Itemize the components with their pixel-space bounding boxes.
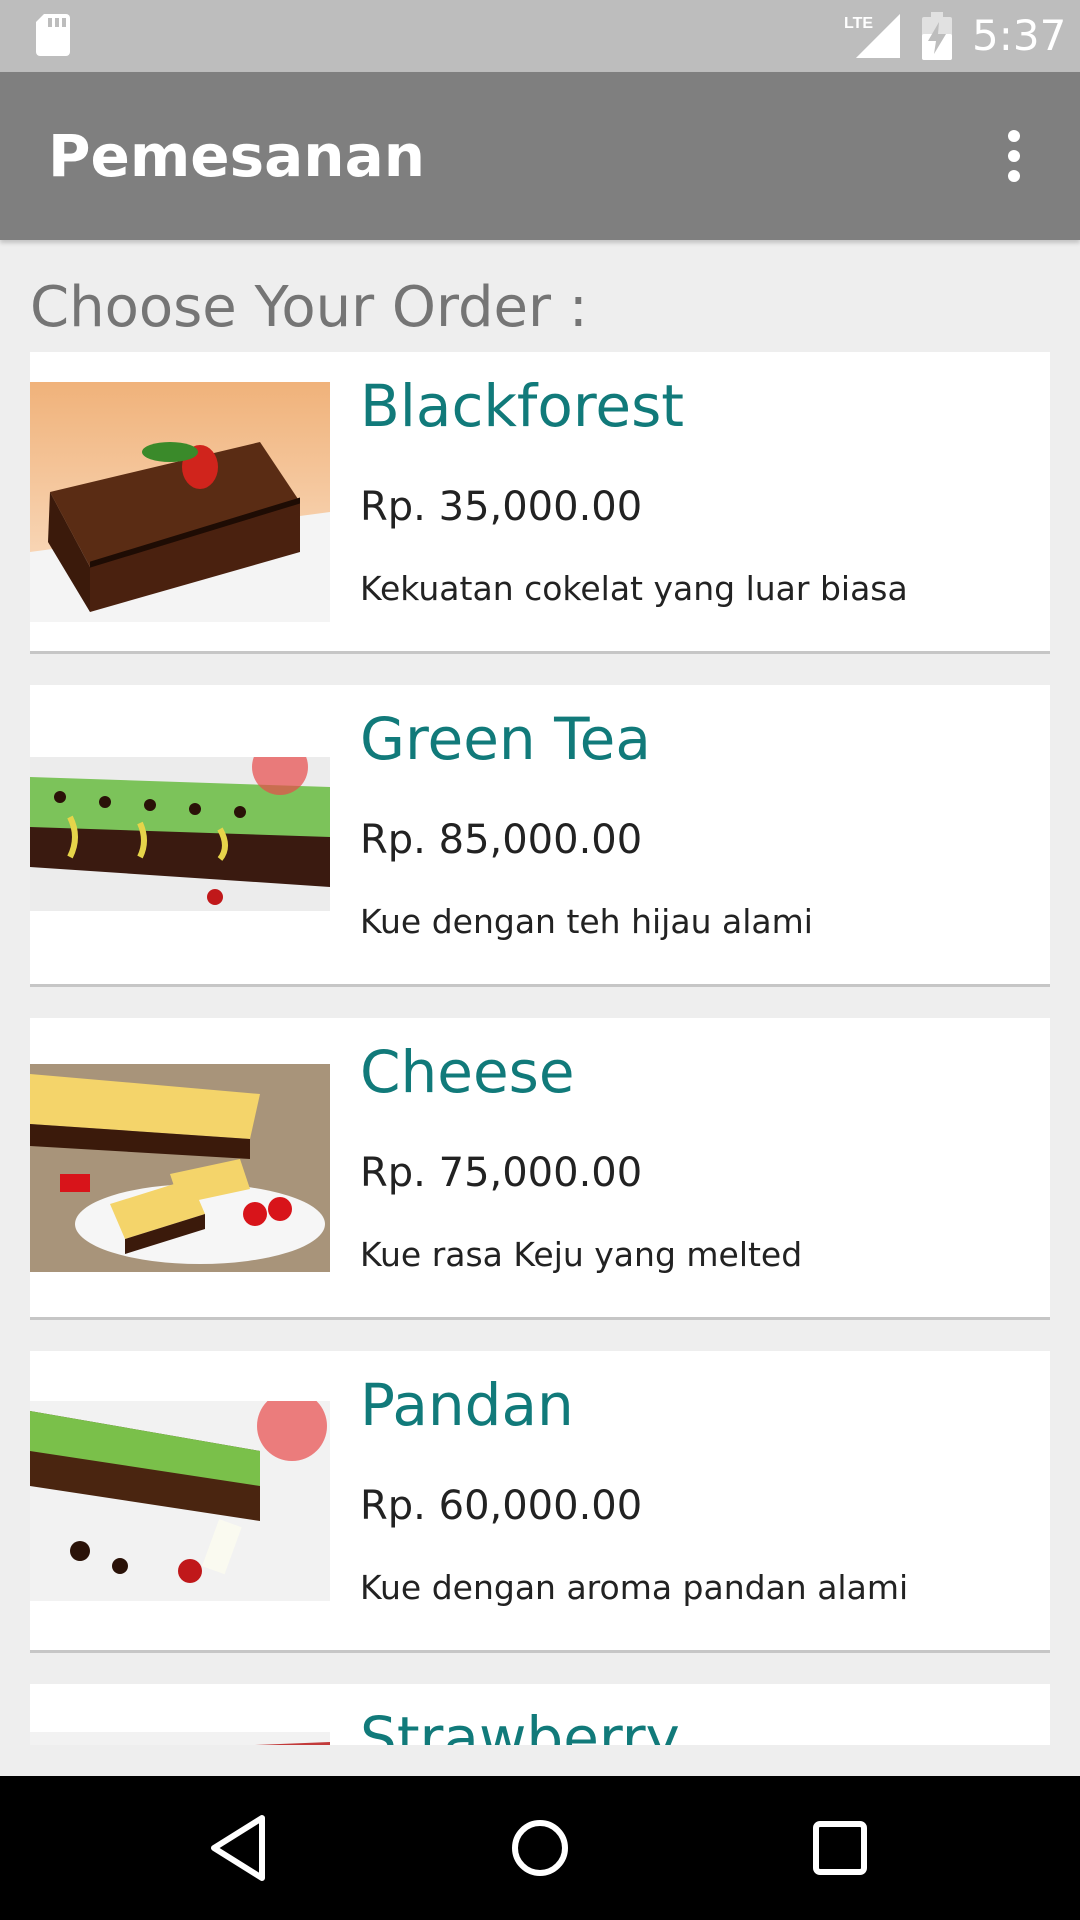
more-vert-icon[interactable] bbox=[984, 124, 1044, 188]
status-time: 5:37 bbox=[972, 11, 1067, 60]
app-title: Pemesanan bbox=[48, 122, 425, 190]
item-description: Kue dengan aroma pandan alami bbox=[360, 1568, 909, 1607]
strawberry-cake-image bbox=[30, 1732, 330, 1745]
list-item[interactable]: Blackforest Rp. 35,000.00 Kekuatan cokel… bbox=[30, 352, 1050, 654]
list-item[interactable]: Strawberry bbox=[30, 1684, 1050, 1745]
cheese-cake-image bbox=[30, 1064, 330, 1272]
chocolate-cake-image bbox=[30, 382, 330, 622]
sd-card-icon bbox=[36, 14, 70, 56]
back-icon[interactable] bbox=[200, 1808, 280, 1888]
item-price: Rp. 60,000.00 bbox=[360, 1483, 643, 1529]
recents-icon[interactable] bbox=[800, 1808, 880, 1888]
item-name: Green Tea bbox=[360, 705, 651, 773]
list-item[interactable]: Cheese Rp. 75,000.00 Kue rasa Keju yang … bbox=[30, 1018, 1050, 1320]
item-price: Rp. 85,000.00 bbox=[360, 817, 643, 863]
section-heading: Choose Your Order : bbox=[30, 275, 588, 340]
order-list-container[interactable]: Choose Your Order : Blackforest Rp. 35,0… bbox=[0, 240, 1080, 1745]
app-bar: Pemesanan bbox=[0, 72, 1080, 240]
battery-charging-icon bbox=[922, 12, 952, 60]
item-name: Pandan bbox=[360, 1371, 574, 1439]
svg-text:LTE: LTE bbox=[844, 15, 873, 32]
green-tea-cake-image bbox=[30, 757, 330, 911]
item-name: Blackforest bbox=[360, 372, 685, 440]
app-screen: LTE 5:37 Pemesanan Choose Your Order : B… bbox=[0, 0, 1080, 1920]
item-description: Kue rasa Keju yang melted bbox=[360, 1235, 803, 1274]
item-name: Strawberry bbox=[360, 1704, 680, 1745]
item-price: Rp. 35,000.00 bbox=[360, 484, 643, 530]
pandan-cake-image bbox=[30, 1401, 330, 1601]
home-icon[interactable] bbox=[500, 1808, 580, 1888]
navigation-bar bbox=[0, 1776, 1080, 1920]
list-item[interactable]: Pandan Rp. 60,000.00 Kue dengan aroma pa… bbox=[30, 1351, 1050, 1653]
item-name: Cheese bbox=[360, 1038, 575, 1106]
item-description: Kue dengan teh hijau alami bbox=[360, 902, 813, 941]
item-description: Kekuatan cokelat yang luar biasa bbox=[360, 569, 908, 608]
status-bar: LTE 5:37 bbox=[0, 0, 1080, 72]
lte-signal-icon: LTE bbox=[844, 14, 900, 58]
item-price: Rp. 75,000.00 bbox=[360, 1150, 643, 1196]
list-item[interactable]: Green Tea Rp. 85,000.00 Kue dengan teh h… bbox=[30, 685, 1050, 987]
